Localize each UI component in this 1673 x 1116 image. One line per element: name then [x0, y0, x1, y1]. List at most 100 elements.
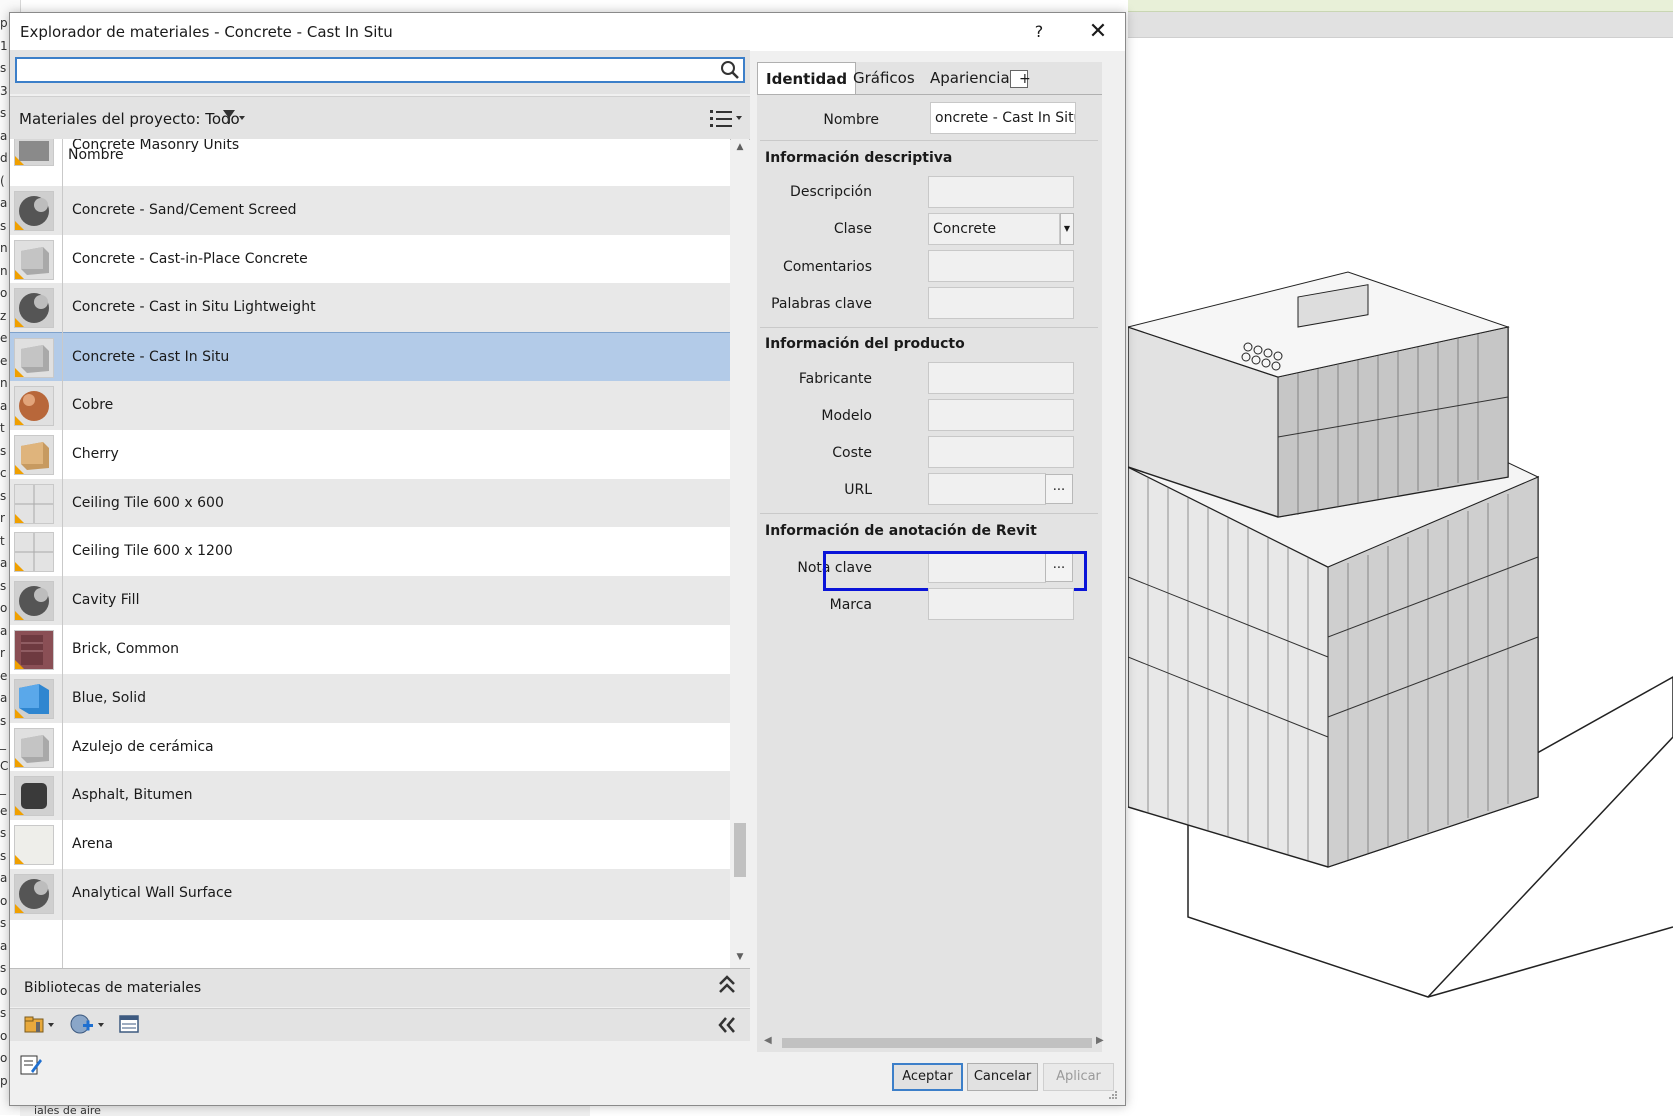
- copper-sphere-swatch-icon: [14, 386, 54, 426]
- background-ribbon-strip: [1128, 0, 1673, 12]
- modelo-label: Modelo: [821, 408, 872, 424]
- tile-swatch-icon: [14, 532, 54, 573]
- scroll-left-arrow-icon[interactable]: ◀: [764, 1035, 772, 1046]
- material-row[interactable]: Concrete - Cast In Situ: [10, 332, 730, 384]
- material-row[interactable]: Brick, Common: [10, 625, 730, 676]
- scroll-right-arrow-icon[interactable]: ▶: [1096, 1035, 1104, 1046]
- material-name: Asphalt, Bitumen: [72, 787, 193, 804]
- url-browse-button[interactable]: ...: [1045, 474, 1073, 504]
- cube-swatch-icon: [14, 338, 54, 379]
- apply-button[interactable]: Aplicar: [1043, 1063, 1114, 1091]
- cylinder-swatch-icon: [14, 776, 54, 817]
- clase-label: Clase: [833, 221, 872, 237]
- add-tab-button[interactable]: +: [1010, 70, 1031, 88]
- blank-swatch-icon: [14, 825, 54, 866]
- palabras-clave-field[interactable]: [928, 287, 1074, 319]
- material-row[interactable]: Blue, Solid: [10, 673, 730, 725]
- material-name: Ceiling Tile 600 x 1200: [72, 543, 233, 560]
- material-row[interactable]: Arena: [10, 820, 730, 872]
- clase-dropdown-arrow-icon[interactable]: ▼: [1060, 213, 1074, 245]
- material-row[interactable]: Ceiling Tile 600 x 1200: [10, 527, 730, 579]
- sphere-swatch-icon: [14, 874, 54, 914]
- material-name: Concrete - Cast in Situ Lightweight: [72, 299, 316, 316]
- url-field[interactable]: [928, 473, 1046, 505]
- nota-clave-highlight-box: [823, 551, 1087, 591]
- building-3d-view[interactable]: [1128, 37, 1673, 1115]
- edit-material-icon[interactable]: [18, 1051, 44, 1077]
- material-row[interactable]: Concrete - Cast in Situ Lightweight: [10, 283, 730, 335]
- material-name: Brick, Common: [72, 641, 180, 657]
- descripcion-field[interactable]: [928, 176, 1074, 208]
- filter-funnel-icon[interactable]: [222, 108, 250, 126]
- material-name: Cavity Fill: [72, 592, 140, 609]
- close-button[interactable]: ✕: [1080, 19, 1116, 45]
- properties-tabs: Identidad Gráficos Apariencia +: [757, 62, 1102, 94]
- material-name: Blue, Solid: [72, 689, 146, 706]
- marca-field[interactable]: [928, 588, 1074, 620]
- material-row[interactable]: Asphalt, Bitumen: [10, 771, 730, 823]
- material-editor-toggle-icon[interactable]: [118, 1012, 140, 1036]
- ok-button[interactable]: Aceptar: [892, 1063, 963, 1091]
- collapse-up-icon[interactable]: [716, 972, 738, 996]
- column-header-name[interactable]: Nombre: [68, 147, 124, 163]
- create-material-icon[interactable]: [68, 1012, 106, 1036]
- material-row[interactable]: Cobre: [10, 381, 730, 432]
- background-view-tabs: [1128, 12, 1673, 38]
- cube-swatch-icon: [14, 727, 54, 768]
- section-divider: [760, 513, 1098, 514]
- revit-annotation-heading: Información de anotación de Revit: [765, 523, 1037, 539]
- comentarios-label: Comentarios: [782, 259, 872, 275]
- expand-left-icon[interactable]: [716, 1014, 738, 1036]
- help-button[interactable]: ?: [1024, 19, 1054, 45]
- coste-field[interactable]: [928, 436, 1074, 468]
- tab-apariencia[interactable]: Apariencia: [922, 62, 1018, 94]
- tab-graficos[interactable]: Gráficos: [845, 62, 923, 94]
- marca-label: Marca: [829, 597, 872, 613]
- open-library-icon[interactable]: [22, 1012, 56, 1036]
- descripcion-label: Descripción: [790, 184, 872, 200]
- material-name: Ceiling Tile 600 x 600: [72, 494, 224, 511]
- material-row[interactable]: Concrete - Cast-in-Place Concrete: [10, 234, 730, 286]
- scroll-down-arrow-icon[interactable]: ▼: [734, 952, 746, 964]
- project-materials-filter-label: Materiales del proyecto: Todo: [19, 110, 240, 128]
- material-row[interactable]: Azulejo de cerámica: [10, 722, 730, 774]
- material-row[interactable]: Concrete - Sand/Cement Screed: [10, 185, 730, 237]
- site-edge: [1427, 926, 1673, 998]
- sphere-swatch-icon: [14, 288, 54, 329]
- palabras-clave-label: Palabras clave: [771, 296, 872, 312]
- sphere-swatch-icon: [14, 581, 54, 622]
- scroll-up-arrow-icon[interactable]: ▲: [734, 142, 746, 154]
- coste-label: Coste: [832, 445, 872, 461]
- fabricante-field[interactable]: [928, 362, 1074, 394]
- search-input[interactable]: [15, 57, 745, 83]
- nombre-field[interactable]: oncrete - Cast In Situ: [930, 102, 1076, 134]
- clase-dropdown[interactable]: Concrete: [928, 213, 1060, 245]
- material-name: Analytical Wall Surface: [72, 885, 233, 901]
- resize-grip-icon[interactable]: [1108, 1090, 1118, 1100]
- dialog-titlebar[interactable]: Explorador de materiales - Concrete - Ca…: [10, 13, 1125, 51]
- section-divider: [760, 327, 1098, 328]
- material-row[interactable]: Cavity Fill: [10, 576, 730, 628]
- list-scroll-thumb[interactable]: [734, 823, 746, 877]
- blue-swatch-icon: [14, 678, 54, 719]
- nombre-label: Nombre: [823, 112, 879, 128]
- material-name: Concrete - Cast-in-Place Concrete: [72, 250, 308, 267]
- tile-swatch-icon: [14, 483, 54, 524]
- material-name: Azulejo de cerámica: [72, 738, 214, 755]
- dialog-title: Explorador de materiales - Concrete - Ca…: [20, 23, 393, 41]
- fabricante-label: Fabricante: [798, 371, 872, 387]
- comentarios-field[interactable]: [928, 250, 1074, 282]
- tab-identidad[interactable]: Identidad: [757, 62, 857, 94]
- brick-swatch-icon: [14, 630, 54, 670]
- product-info-heading: Información del producto: [765, 336, 965, 352]
- search-icon[interactable]: [720, 60, 740, 80]
- material-name: Cobre: [72, 397, 114, 413]
- material-name: Arena: [72, 836, 114, 853]
- material-row[interactable]: Analytical Wall Surface: [10, 869, 730, 920]
- material-row[interactable]: Cherry: [10, 429, 730, 481]
- properties-scroll-thumb[interactable]: [782, 1038, 1092, 1048]
- cancel-button[interactable]: Cancelar: [967, 1063, 1038, 1091]
- material-name: Concrete - Sand/Cement Screed: [72, 201, 297, 218]
- modelo-field[interactable]: [928, 399, 1074, 431]
- material-row[interactable]: Ceiling Tile 600 x 600: [10, 478, 730, 530]
